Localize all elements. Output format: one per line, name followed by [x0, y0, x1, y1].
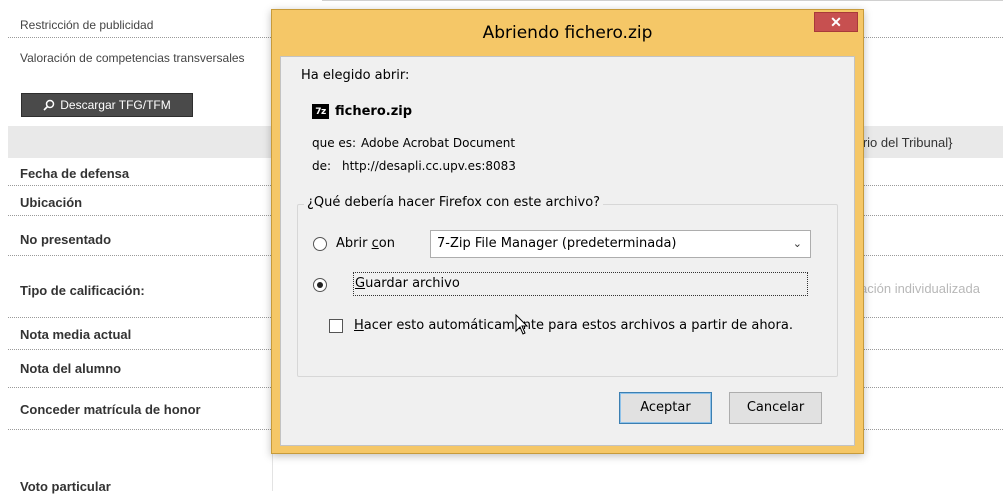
from-label: de: — [312, 159, 332, 173]
auto-checkbox-label[interactable]: Hacer esto automáticamente para estos ar… — [354, 318, 793, 333]
chosen-label: Ha elegido abrir: — [301, 68, 410, 83]
type-label: que es: — [312, 136, 357, 150]
search-icon — [43, 99, 55, 111]
header-right-text: tario del Tribunal} — [852, 135, 953, 150]
open-with-label[interactable]: Abrir con — [336, 236, 395, 251]
top-border — [322, 0, 1003, 1]
chevron-down-icon: ⌄ — [792, 237, 802, 250]
open-with-radio[interactable] — [313, 237, 327, 251]
zip-file-icon: 7z — [312, 104, 329, 119]
mouse-cursor-icon — [515, 313, 529, 340]
accept-button[interactable]: Aceptar — [619, 392, 712, 424]
save-file-label[interactable]: Guardar archivo — [355, 276, 460, 291]
field-label: Ubicación — [20, 195, 83, 210]
field-right-value: ación individualizada — [860, 281, 980, 296]
cancel-button[interactable]: Cancelar — [729, 392, 822, 424]
dialog-title: Abriendo fichero.zip — [482, 23, 653, 43]
open-file-dialog: Abriendo fichero.zip ✕ Ha elegido abrir:… — [271, 9, 864, 454]
field-label: Nota media actual — [20, 327, 132, 342]
close-icon: ✕ — [830, 13, 842, 30]
field-label: Nota del alumno — [20, 361, 122, 376]
field-label: Tipo de calificación: — [20, 283, 145, 298]
field-label: Conceder matrícula de honor — [20, 402, 201, 417]
file-name: fichero.zip — [335, 104, 413, 119]
save-file-radio[interactable] — [313, 278, 327, 292]
action-question: ¿Qué debería hacer Firefox con este arch… — [304, 195, 604, 210]
application-select[interactable]: 7-Zip File Manager (predeterminada) ⌄ — [430, 230, 811, 258]
field-label: Voto particular — [20, 479, 111, 494]
label-restriccion: Restricción de publicidad — [20, 18, 154, 32]
label-valoracion: Valoración de competencias transversales — [20, 51, 245, 65]
dialog-body: Ha elegido abrir: 7z fichero.zip que es:… — [280, 56, 855, 446]
download-tfg-button[interactable]: Descargar TFG/TFM — [21, 93, 193, 117]
field-row: Voto particular — [8, 470, 1003, 500]
type-value: Adobe Acrobat Document — [361, 136, 516, 150]
from-value: http://desapli.cc.upv.es:8083 — [342, 159, 516, 173]
application-select-value: 7-Zip File Manager (predeterminada) — [437, 236, 677, 251]
close-button[interactable]: ✕ — [814, 12, 858, 32]
field-label: Fecha de defensa — [20, 166, 130, 181]
field-label: No presentado — [20, 232, 112, 247]
auto-checkbox[interactable] — [329, 319, 343, 333]
download-tfg-label: Descargar TFG/TFM — [60, 98, 171, 112]
